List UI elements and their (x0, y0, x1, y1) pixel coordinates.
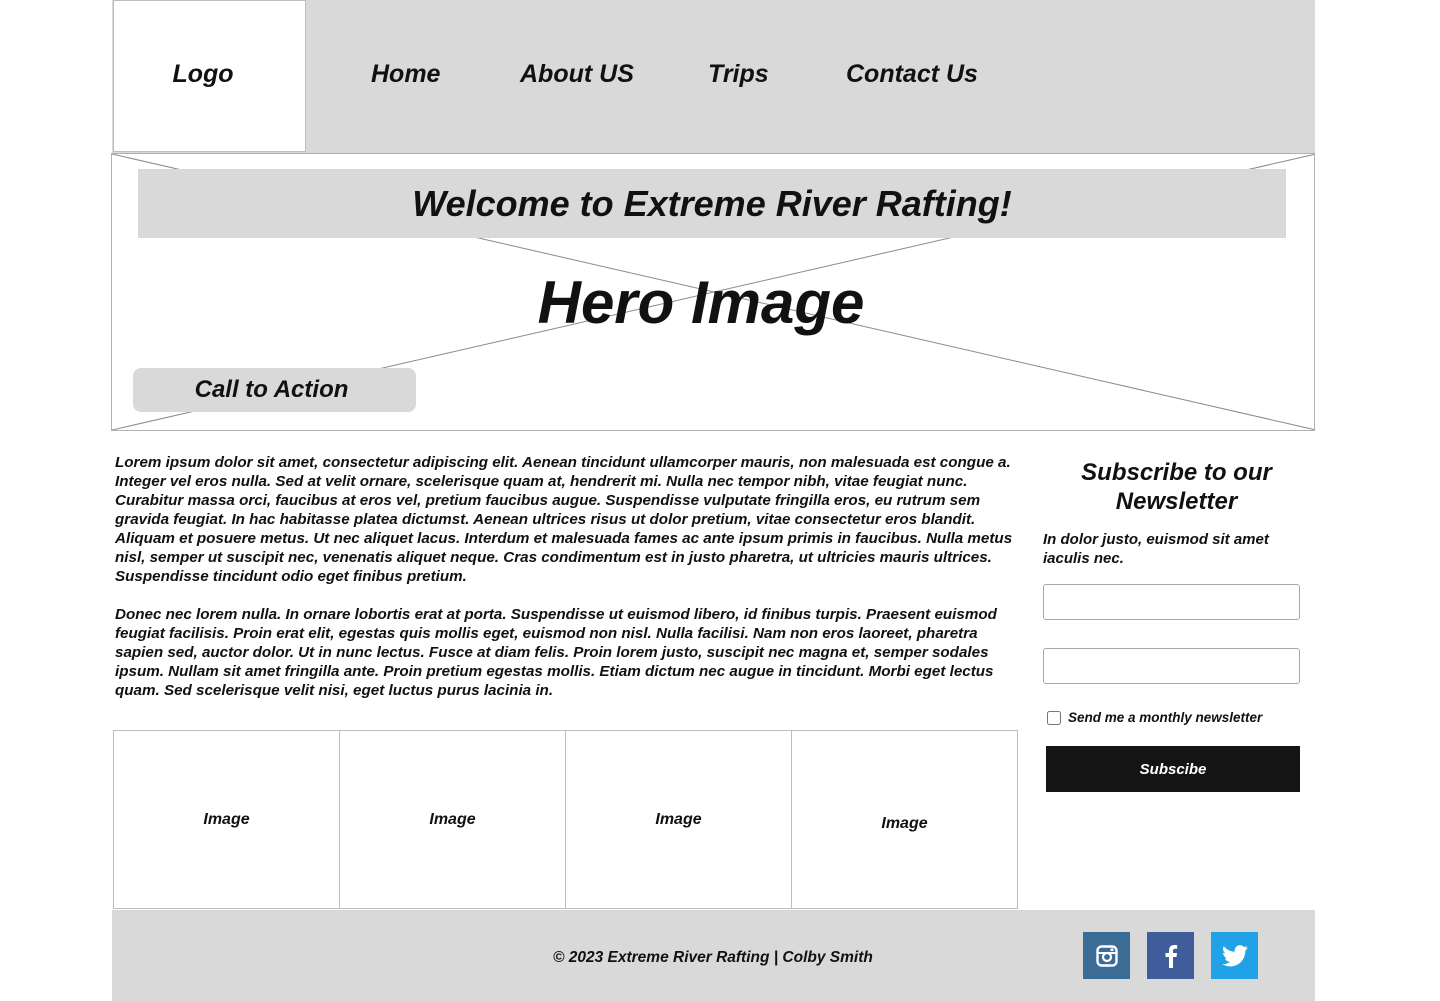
checkbox-label[interactable]: Send me a monthly newsletter (1068, 710, 1262, 725)
image-label: Image (655, 810, 702, 828)
nav-about-us[interactable]: About US (520, 60, 634, 89)
newsletter-name-field[interactable] (1043, 584, 1300, 620)
twitter-link[interactable] (1211, 932, 1258, 979)
facebook-link[interactable] (1147, 932, 1194, 979)
second-paragraph: Donec nec lorem nulla. In ornare loborti… (115, 606, 997, 699)
twitter-icon (1221, 944, 1248, 966)
logo[interactable]: Logo (113, 60, 293, 89)
nav-home[interactable]: Home (371, 60, 440, 89)
instagram-icon (1095, 944, 1118, 967)
image-gallery: Image Image Image Image (113, 730, 1018, 909)
nav-contact-us[interactable]: Contact Us (846, 60, 978, 89)
newsletter-description: In dolor justo, euismod sit amet iaculis… (1043, 531, 1269, 567)
monthly-newsletter-checkbox[interactable] (1047, 711, 1061, 725)
gallery-image[interactable]: Image (340, 731, 566, 908)
image-label: Image (203, 810, 250, 828)
facebook-icon (1165, 944, 1177, 968)
gallery-image[interactable]: Image (114, 731, 340, 908)
copyright-text: © 2023 Extreme River Rafting | Colby Smi… (553, 949, 873, 966)
gallery-image[interactable]: Image (792, 731, 1017, 908)
gallery-image[interactable]: Image (566, 731, 792, 908)
call-to-action-button[interactable]: Call to Action (133, 368, 416, 412)
page-title: Welcome to Extreme River Rafting! (412, 182, 1012, 224)
image-label: Image (429, 810, 476, 828)
instagram-link[interactable] (1083, 932, 1130, 979)
newsletter-email-field[interactable] (1043, 648, 1300, 684)
hero-image-label: Hero Image (537, 269, 865, 336)
newsletter-title: Subscribe to our Newsletter (1081, 459, 1272, 515)
intro-paragraph: Lorem ipsum dolor sit amet, consectetur … (115, 454, 1013, 585)
subscribe-button[interactable]: Subscibe (1046, 746, 1300, 792)
welcome-banner: Welcome to Extreme River Rafting! (138, 169, 1286, 238)
nav-trips[interactable]: Trips (708, 60, 769, 89)
image-label: Image (881, 814, 928, 832)
